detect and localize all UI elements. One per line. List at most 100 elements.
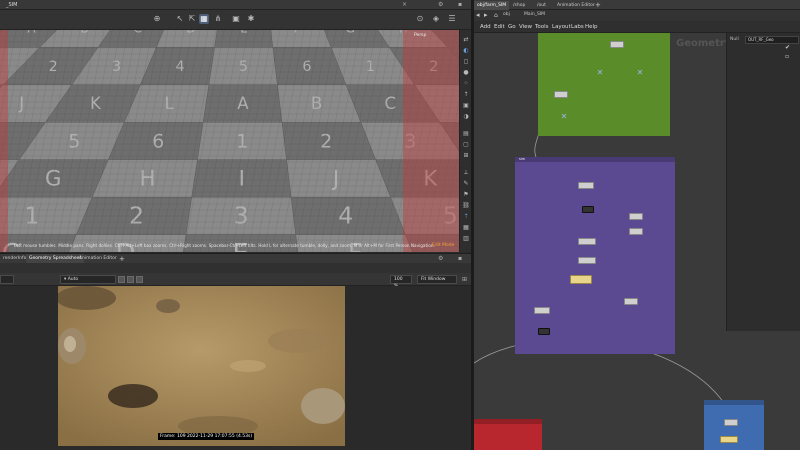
bbox-icon[interactable]: ▢ bbox=[462, 141, 470, 149]
light-icon[interactable]: ✱ bbox=[246, 14, 256, 24]
snap-icon[interactable]: ⊕ bbox=[152, 14, 162, 24]
node[interactable] bbox=[629, 213, 643, 220]
grid-snap-icon[interactable]: ▦ bbox=[199, 14, 209, 24]
layer-dropdown[interactable] bbox=[0, 275, 14, 284]
node[interactable] bbox=[724, 419, 738, 426]
template-icon[interactable]: ▤ bbox=[462, 130, 470, 138]
swatch-1[interactable] bbox=[118, 276, 125, 283]
handle-icon[interactable]: ↖ bbox=[175, 14, 185, 24]
vector-icon[interactable]: ⇡ bbox=[462, 213, 470, 221]
link-icon[interactable]: ⛓ bbox=[462, 202, 470, 210]
mode-label: Edit Mode bbox=[432, 243, 455, 248]
menu-help[interactable]: Help bbox=[585, 21, 598, 33]
merge-node-icon[interactable]: ✕ bbox=[636, 69, 644, 77]
red-network-box[interactable] bbox=[474, 419, 542, 450]
gear-icon[interactable]: ⚙ bbox=[438, 1, 443, 8]
hide-icon[interactable]: ◑ bbox=[462, 113, 470, 121]
node[interactable] bbox=[720, 436, 738, 443]
forward-icon[interactable]: ▸ bbox=[484, 11, 488, 19]
flag-icon[interactable]: ⚑ bbox=[462, 191, 470, 199]
tab-close-icon[interactable]: × bbox=[402, 1, 407, 8]
merge-node-icon[interactable]: ✕ bbox=[596, 69, 604, 77]
snapshot-icon[interactable]: ▥ bbox=[462, 235, 470, 243]
menu-layout[interactable]: Layout bbox=[552, 21, 571, 33]
cube-icon[interactable]: ▣ bbox=[462, 102, 470, 110]
tab-out[interactable]: /out bbox=[534, 1, 549, 10]
wire-icon[interactable]: ◐ bbox=[462, 47, 470, 55]
node-name-field[interactable]: OUT_RF_Geo bbox=[745, 36, 799, 44]
network-menubar: Add Edit Go View Tools Layout Labs Help bbox=[474, 21, 800, 33]
swatch-2[interactable] bbox=[127, 276, 134, 283]
viewport-hint-text: Left mouse tumbles. Middle pans. Right d… bbox=[14, 243, 435, 248]
ghost-icon[interactable]: ◻ bbox=[462, 58, 470, 66]
checker-label: I bbox=[239, 166, 245, 191]
node[interactable] bbox=[578, 257, 596, 264]
node[interactable] bbox=[538, 328, 550, 335]
path-node[interactable]: Main_SIM bbox=[524, 12, 545, 17]
node[interactable] bbox=[534, 307, 550, 314]
grid-icon[interactable]: ⊞ bbox=[462, 276, 467, 283]
menu-view[interactable]: View bbox=[519, 21, 532, 33]
image-toolbar: ▾ Auto 100 % Fit Window ⊞ bbox=[0, 273, 471, 289]
node[interactable] bbox=[582, 206, 594, 213]
node[interactable] bbox=[610, 41, 624, 48]
normals-icon[interactable]: ↑ bbox=[462, 91, 470, 99]
select-icon[interactable]: ⇱ bbox=[187, 14, 197, 24]
node[interactable] bbox=[570, 275, 592, 284]
gear-icon[interactable]: ⚙ bbox=[438, 255, 443, 262]
checker-label: 6 bbox=[302, 59, 311, 75]
purple-network-box[interactable]: sim bbox=[515, 157, 675, 354]
minimize-icon[interactable]: ▪ bbox=[458, 1, 462, 8]
frame-info-label: Frame: 109 2022-11-29 17:07:55 (4.53s) bbox=[158, 433, 255, 440]
fit-window-dropdown[interactable]: Fit Window bbox=[417, 275, 457, 284]
pin-icon[interactable]: ⊙ bbox=[415, 14, 425, 24]
auto-dropdown[interactable]: ▾ Auto bbox=[60, 275, 116, 284]
node[interactable] bbox=[554, 91, 568, 98]
node[interactable] bbox=[578, 238, 596, 245]
node[interactable] bbox=[624, 298, 638, 305]
uv-icon[interactable]: ⊞ bbox=[462, 152, 470, 160]
camera-icon[interactable]: ▣ bbox=[231, 14, 241, 24]
menu-labs[interactable]: Labs bbox=[571, 21, 584, 33]
checkbox-icon[interactable]: ▫ bbox=[785, 53, 789, 60]
brush-icon[interactable]: ✎ bbox=[462, 180, 470, 188]
magnet-icon[interactable]: ⋔ bbox=[213, 14, 223, 24]
back-icon[interactable]: ◂ bbox=[476, 11, 480, 19]
tab-shop[interactable]: /shop bbox=[510, 1, 528, 10]
grid-icon[interactable]: ▦ bbox=[462, 224, 470, 232]
path-obj[interactable]: obj bbox=[503, 12, 510, 17]
node[interactable] bbox=[629, 228, 643, 235]
shade-icon[interactable]: ● bbox=[462, 69, 470, 77]
display-options-icon[interactable]: ☰ bbox=[447, 14, 457, 24]
lock-icon[interactable]: ◈ bbox=[431, 14, 441, 24]
lower-pane-tabs: renderInfo Geometry Spreadsheet Animatio… bbox=[0, 253, 471, 264]
merge-node-icon[interactable]: ✕ bbox=[560, 113, 568, 121]
green-network-box[interactable] bbox=[538, 33, 670, 136]
home-icon[interactable]: ⌂ bbox=[494, 12, 498, 19]
checkmark-icon[interactable]: ✔ bbox=[785, 44, 790, 51]
menu-go[interactable]: Go bbox=[508, 21, 516, 33]
menu-tools[interactable]: Tools bbox=[535, 21, 549, 33]
checker-label: 1 bbox=[25, 202, 40, 230]
zoom-dropdown[interactable]: 100 % bbox=[390, 275, 412, 289]
points-icon[interactable]: ⁘ bbox=[462, 80, 470, 88]
menu-add[interactable]: Add bbox=[480, 21, 491, 33]
lower-pane-toolbar bbox=[0, 263, 471, 273]
add-tab-icon[interactable]: + bbox=[592, 1, 604, 10]
tab-farm-sim[interactable]: obj/farm_SIM bbox=[474, 1, 510, 10]
menu-edit[interactable]: Edit bbox=[494, 21, 505, 33]
measure-icon[interactable]: ⟂ bbox=[462, 169, 470, 177]
checker-label: A bbox=[237, 94, 249, 113]
swatch-3[interactable] bbox=[136, 276, 143, 283]
checker-label: 4 bbox=[338, 202, 353, 230]
node[interactable] bbox=[578, 182, 594, 189]
pose-icon[interactable]: ⇄ bbox=[462, 36, 470, 44]
checker-label: 4 bbox=[175, 59, 184, 75]
viewer-toolbar: ⊕ ↖ ⇱ ▦ ⋔ ▣ ✱ ⊙ ◈ ☰ bbox=[0, 10, 471, 30]
camera-persp-label[interactable]: Persp bbox=[414, 33, 426, 38]
scene-viewport[interactable]: ABCDEFGH12345612IJKLABCD34561234EFGHIJKL… bbox=[0, 30, 459, 252]
checker-label: D bbox=[186, 30, 195, 36]
viewer-tab[interactable]: _SIM bbox=[2, 1, 21, 9]
minimize-icon[interactable]: ▪ bbox=[458, 255, 462, 262]
checker-label: C bbox=[385, 94, 397, 113]
